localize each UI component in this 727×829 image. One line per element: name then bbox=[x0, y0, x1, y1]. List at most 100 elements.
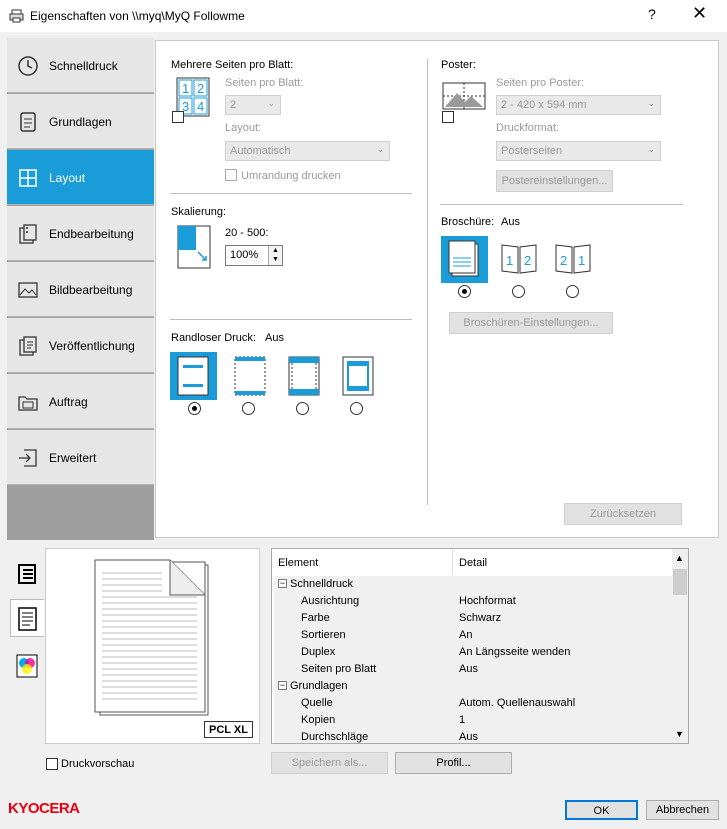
reset-button[interactable]: Zurücksetzen bbox=[564, 503, 682, 525]
summary-list: − Schnelldruck Ausrichtung Hochformat Farb… bbox=[274, 576, 672, 743]
borderless-radio-3[interactable] bbox=[296, 402, 309, 415]
poster-settings-button[interactable]: Postereinstellungen... bbox=[496, 170, 613, 192]
printer-status-icon bbox=[18, 564, 36, 584]
group-row[interactable]: − Schnelldruck bbox=[274, 576, 672, 593]
sidebar-item-bildbearbeitung[interactable]: Bildbearbeitung bbox=[7, 262, 154, 317]
layout-select[interactable]: Automatisch ⌄ bbox=[225, 141, 390, 161]
sidebar-item-label: Layout bbox=[49, 171, 86, 185]
booklet-settings-button[interactable]: Broschüren-Einstellungen... bbox=[449, 312, 613, 334]
row-detail: Autom. Quellenauswahl bbox=[459, 697, 576, 709]
multi-pages-checkbox[interactable] bbox=[172, 111, 184, 123]
column-header-detail[interactable]: Detail bbox=[459, 549, 669, 575]
borderless-option-3[interactable] bbox=[286, 352, 322, 400]
poster-title: Poster: bbox=[441, 59, 476, 71]
print-format-label: Druckformat: bbox=[496, 122, 559, 134]
booklet-radio-off[interactable] bbox=[458, 285, 471, 298]
borderless-radio-4[interactable] bbox=[350, 402, 363, 415]
scroll-up-icon[interactable]: ▲ bbox=[675, 553, 684, 563]
save-as-button[interactable]: Speichern als... bbox=[271, 752, 388, 774]
pages-per-sheet-label: Seiten pro Blatt: bbox=[225, 77, 304, 89]
booklet-value: Aus bbox=[501, 216, 520, 228]
dialog-footer: KYOCERA OK Abbrechen bbox=[0, 788, 727, 829]
sidebar-item-schnelldruck[interactable]: Schnelldruck bbox=[7, 38, 154, 93]
poster-pages-select[interactable]: 2 - 420 x 594 mm ⌄ bbox=[496, 95, 661, 115]
vertical-scrollbar[interactable]: ▲ ▼ bbox=[672, 549, 688, 743]
print-preview-checkbox[interactable] bbox=[46, 758, 58, 770]
scaling-spinner[interactable]: ▲ ▼ bbox=[268, 246, 282, 265]
borderless-value: Aus bbox=[265, 332, 284, 344]
sidebar-item-label: Endbearbeitung bbox=[49, 227, 134, 241]
booklet-radio-right[interactable] bbox=[566, 285, 579, 298]
booklet-left-icon[interactable]: 12 bbox=[500, 241, 538, 275]
row-detail: 1 bbox=[459, 714, 466, 726]
chevron-down-icon: ⌄ bbox=[647, 144, 655, 154]
sidebar-item-erweitert[interactable]: Erweitert bbox=[7, 430, 154, 485]
settings-summary-table: Element Detail − Schnelldruck Ausrichtung… bbox=[271, 548, 689, 744]
sidebar-item-auftrag[interactable]: Auftrag bbox=[7, 374, 154, 429]
document-icon bbox=[18, 607, 37, 631]
sidebar-item-label: Schnelldruck bbox=[49, 59, 118, 73]
row-element: Kopien bbox=[301, 714, 336, 726]
close-button[interactable]: ✕ bbox=[692, 3, 707, 24]
tab-printer-status[interactable] bbox=[10, 555, 44, 593]
column-header-element[interactable]: Element bbox=[278, 549, 453, 575]
row-element: Seiten pro Blatt bbox=[301, 663, 377, 675]
layout-label: Layout: bbox=[225, 122, 262, 134]
scroll-down-icon[interactable]: ▼ bbox=[675, 729, 684, 739]
borderless-option-4[interactable] bbox=[340, 352, 376, 400]
sidebar-item-layout[interactable]: Layout bbox=[7, 150, 154, 205]
layout-panel: Mehrere Seiten pro Blatt: 12 34 Seiten p… bbox=[155, 40, 719, 538]
publishing-icon bbox=[19, 336, 37, 356]
booklet-radio-left[interactable] bbox=[512, 285, 525, 298]
page-borderless-full-icon bbox=[288, 356, 320, 396]
table-row: Duplex An Längsseite wenden bbox=[274, 644, 672, 661]
table-row: Ausrichtung Hochformat bbox=[274, 593, 672, 610]
divider bbox=[170, 193, 412, 194]
document-icon bbox=[20, 112, 36, 132]
booklet-option-off[interactable] bbox=[441, 236, 488, 283]
cancel-button[interactable]: Abbrechen bbox=[646, 800, 719, 820]
row-element: Quelle bbox=[301, 697, 333, 709]
sidebar-item-veroeffentlichung[interactable]: Veröffentlichung bbox=[7, 318, 154, 373]
sidebar-item-grundlagen[interactable]: Grundlagen bbox=[7, 94, 154, 149]
tab-document-preview[interactable] bbox=[10, 599, 44, 637]
finishing-icon bbox=[19, 224, 37, 244]
profile-button[interactable]: Profil... bbox=[395, 752, 512, 774]
help-button[interactable]: ? bbox=[648, 6, 656, 22]
row-detail: Aus bbox=[459, 731, 478, 743]
borderless-option-1[interactable] bbox=[170, 352, 217, 400]
borderless-option-2[interactable] bbox=[232, 352, 268, 400]
tab-color[interactable] bbox=[10, 647, 44, 685]
row-detail: Schwarz bbox=[459, 612, 502, 624]
table-row: Farbe Schwarz bbox=[274, 610, 672, 627]
collapse-icon[interactable]: − bbox=[278, 579, 287, 588]
chevron-down-icon: ⌄ bbox=[267, 98, 275, 108]
job-icon bbox=[18, 396, 38, 411]
layout-grid-icon bbox=[19, 169, 37, 187]
pages-per-sheet-select[interactable]: 2 ⌄ bbox=[225, 95, 281, 115]
collapse-icon[interactable]: − bbox=[278, 681, 287, 690]
chevron-down-icon: ⌄ bbox=[376, 144, 384, 154]
row-element: Durchschläge bbox=[301, 731, 369, 743]
borderless-radio-1[interactable] bbox=[188, 402, 201, 415]
sidebar-item-label: Erweitert bbox=[49, 451, 97, 465]
poster-checkbox[interactable] bbox=[442, 111, 454, 123]
print-format-select[interactable]: Posterseiten ⌄ bbox=[496, 141, 661, 161]
scroll-thumb[interactable] bbox=[673, 569, 687, 595]
table-row: Quelle Autom. Quellenauswahl bbox=[274, 695, 672, 712]
ok-button[interactable]: OK bbox=[565, 800, 638, 820]
borderless-radio-2[interactable] bbox=[242, 402, 255, 415]
sidebar-item-label: Auftrag bbox=[49, 395, 88, 409]
group-label: Grundlagen bbox=[290, 680, 348, 692]
pages-per-sheet-value: 2 bbox=[230, 99, 237, 111]
title-bar: Eigenschaften von \\myq\MyQ Followme ? ✕ bbox=[0, 0, 727, 32]
poster-pages-value: 2 - 420 x 594 mm bbox=[501, 99, 587, 111]
sidebar-item-label: Grundlagen bbox=[49, 115, 112, 129]
print-border-checkbox[interactable] bbox=[225, 169, 237, 181]
group-row[interactable]: − Grundlagen bbox=[274, 678, 672, 695]
print-format-value: Posterseiten bbox=[501, 145, 563, 157]
page-preview-icon bbox=[94, 559, 209, 716]
booklet-right-icon[interactable]: 21 bbox=[554, 241, 592, 275]
svg-text:1: 1 bbox=[578, 253, 585, 268]
sidebar-item-endbearbeitung[interactable]: Endbearbeitung bbox=[7, 206, 154, 261]
